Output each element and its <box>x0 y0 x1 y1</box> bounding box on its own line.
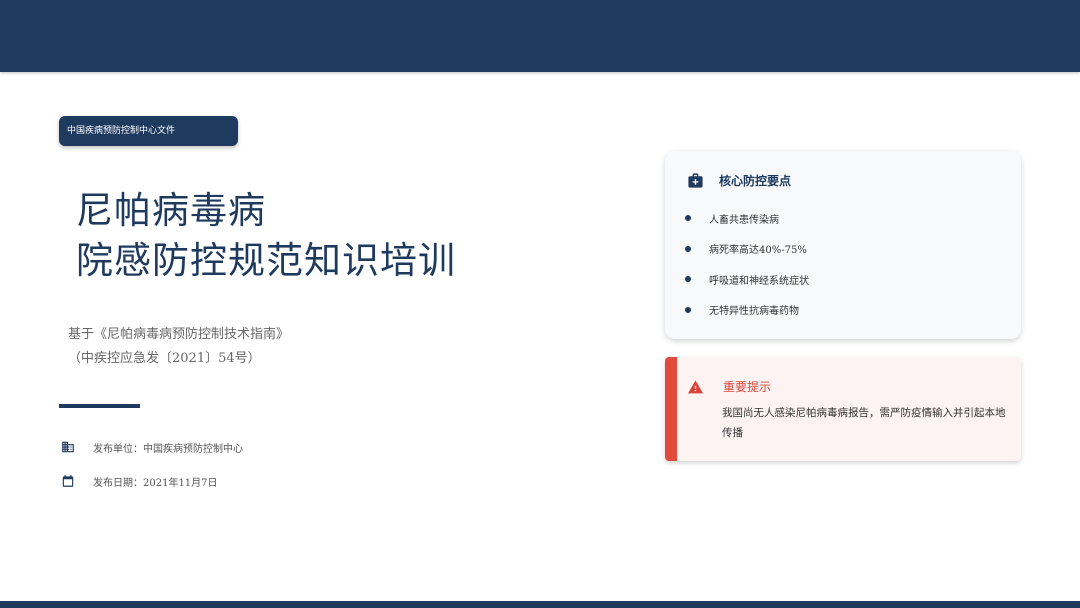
list-item: 无特异性抗病毒药物 <box>685 295 809 326</box>
warning-icon <box>688 380 703 394</box>
list-item-text: 呼吸道和神经系统症状 <box>709 275 809 287</box>
subtitle-line-2: （中疾控应急发〔2021〕54号） <box>68 351 261 366</box>
publish-date-text: 发布日期：2021年11月7日 <box>93 477 218 489</box>
document-source-tag: 中国疾病预防控制中心文件 <box>59 116 238 146</box>
calendar-icon <box>62 475 74 487</box>
list-item-text: 无特异性抗病毒药物 <box>709 306 799 318</box>
building-icon <box>62 441 74 453</box>
list-item: 病死率高达40%-75% <box>685 234 809 265</box>
bullet-icon <box>685 215 691 222</box>
key-points-card: 核心防控要点 人畜共患传染病 病死率高达40%-75% 呼吸道和神经系统症状 无… <box>665 151 1021 339</box>
notice-text: 我国尚无人感染尼帕病毒病报告，需严防疫情输入并引起本地传播 <box>722 407 1006 439</box>
list-item-text: 病死率高达40%-75% <box>709 245 807 257</box>
medical-kit-icon <box>688 173 703 188</box>
list-item: 人畜共患传染病 <box>685 203 809 234</box>
key-points-list: 人畜共患传染病 病死率高达40%-75% 呼吸道和神经系统症状 无特异性抗病毒药… <box>685 203 809 325</box>
notice-title: 重要提示 <box>723 380 772 394</box>
title-line-2: 院感防控规范知识培训 <box>76 239 456 282</box>
top-banner <box>0 0 1080 72</box>
key-points-header: 核心防控要点 <box>687 172 791 189</box>
title-line-1: 尼帕病毒病 <box>76 189 266 232</box>
publisher-row: 发布单位：中国疾病预防控制中心 <box>61 439 243 455</box>
subtitle: 基于《尼帕病毒病预防控制技术指南》 （中疾控应急发〔2021〕54号） <box>68 323 289 371</box>
publish-date-row: 发布日期：2021年11月7日 <box>61 473 218 489</box>
bullet-icon <box>685 306 691 313</box>
list-item: 呼吸道和神经系统症状 <box>685 264 809 295</box>
list-item-text: 人畜共患传染病 <box>709 214 779 226</box>
subtitle-line-1: 基于《尼帕病毒病预防控制技术指南》 <box>68 327 290 342</box>
bullet-icon <box>685 245 691 252</box>
title-divider <box>59 404 140 408</box>
publisher-text: 发布单位：中国疾病预防控制中心 <box>93 443 243 455</box>
notice-header: 重要提示 <box>687 378 771 395</box>
key-points-title: 核心防控要点 <box>719 174 792 188</box>
important-notice-card: 重要提示 我国尚无人感染尼帕病毒病报告，需严防疫情输入并引起本地传播 <box>665 357 1021 461</box>
bullet-icon <box>685 276 691 283</box>
bottom-bar <box>0 601 1080 608</box>
page-title: 尼帕病毒病 院感防控规范知识培训 <box>76 186 456 286</box>
